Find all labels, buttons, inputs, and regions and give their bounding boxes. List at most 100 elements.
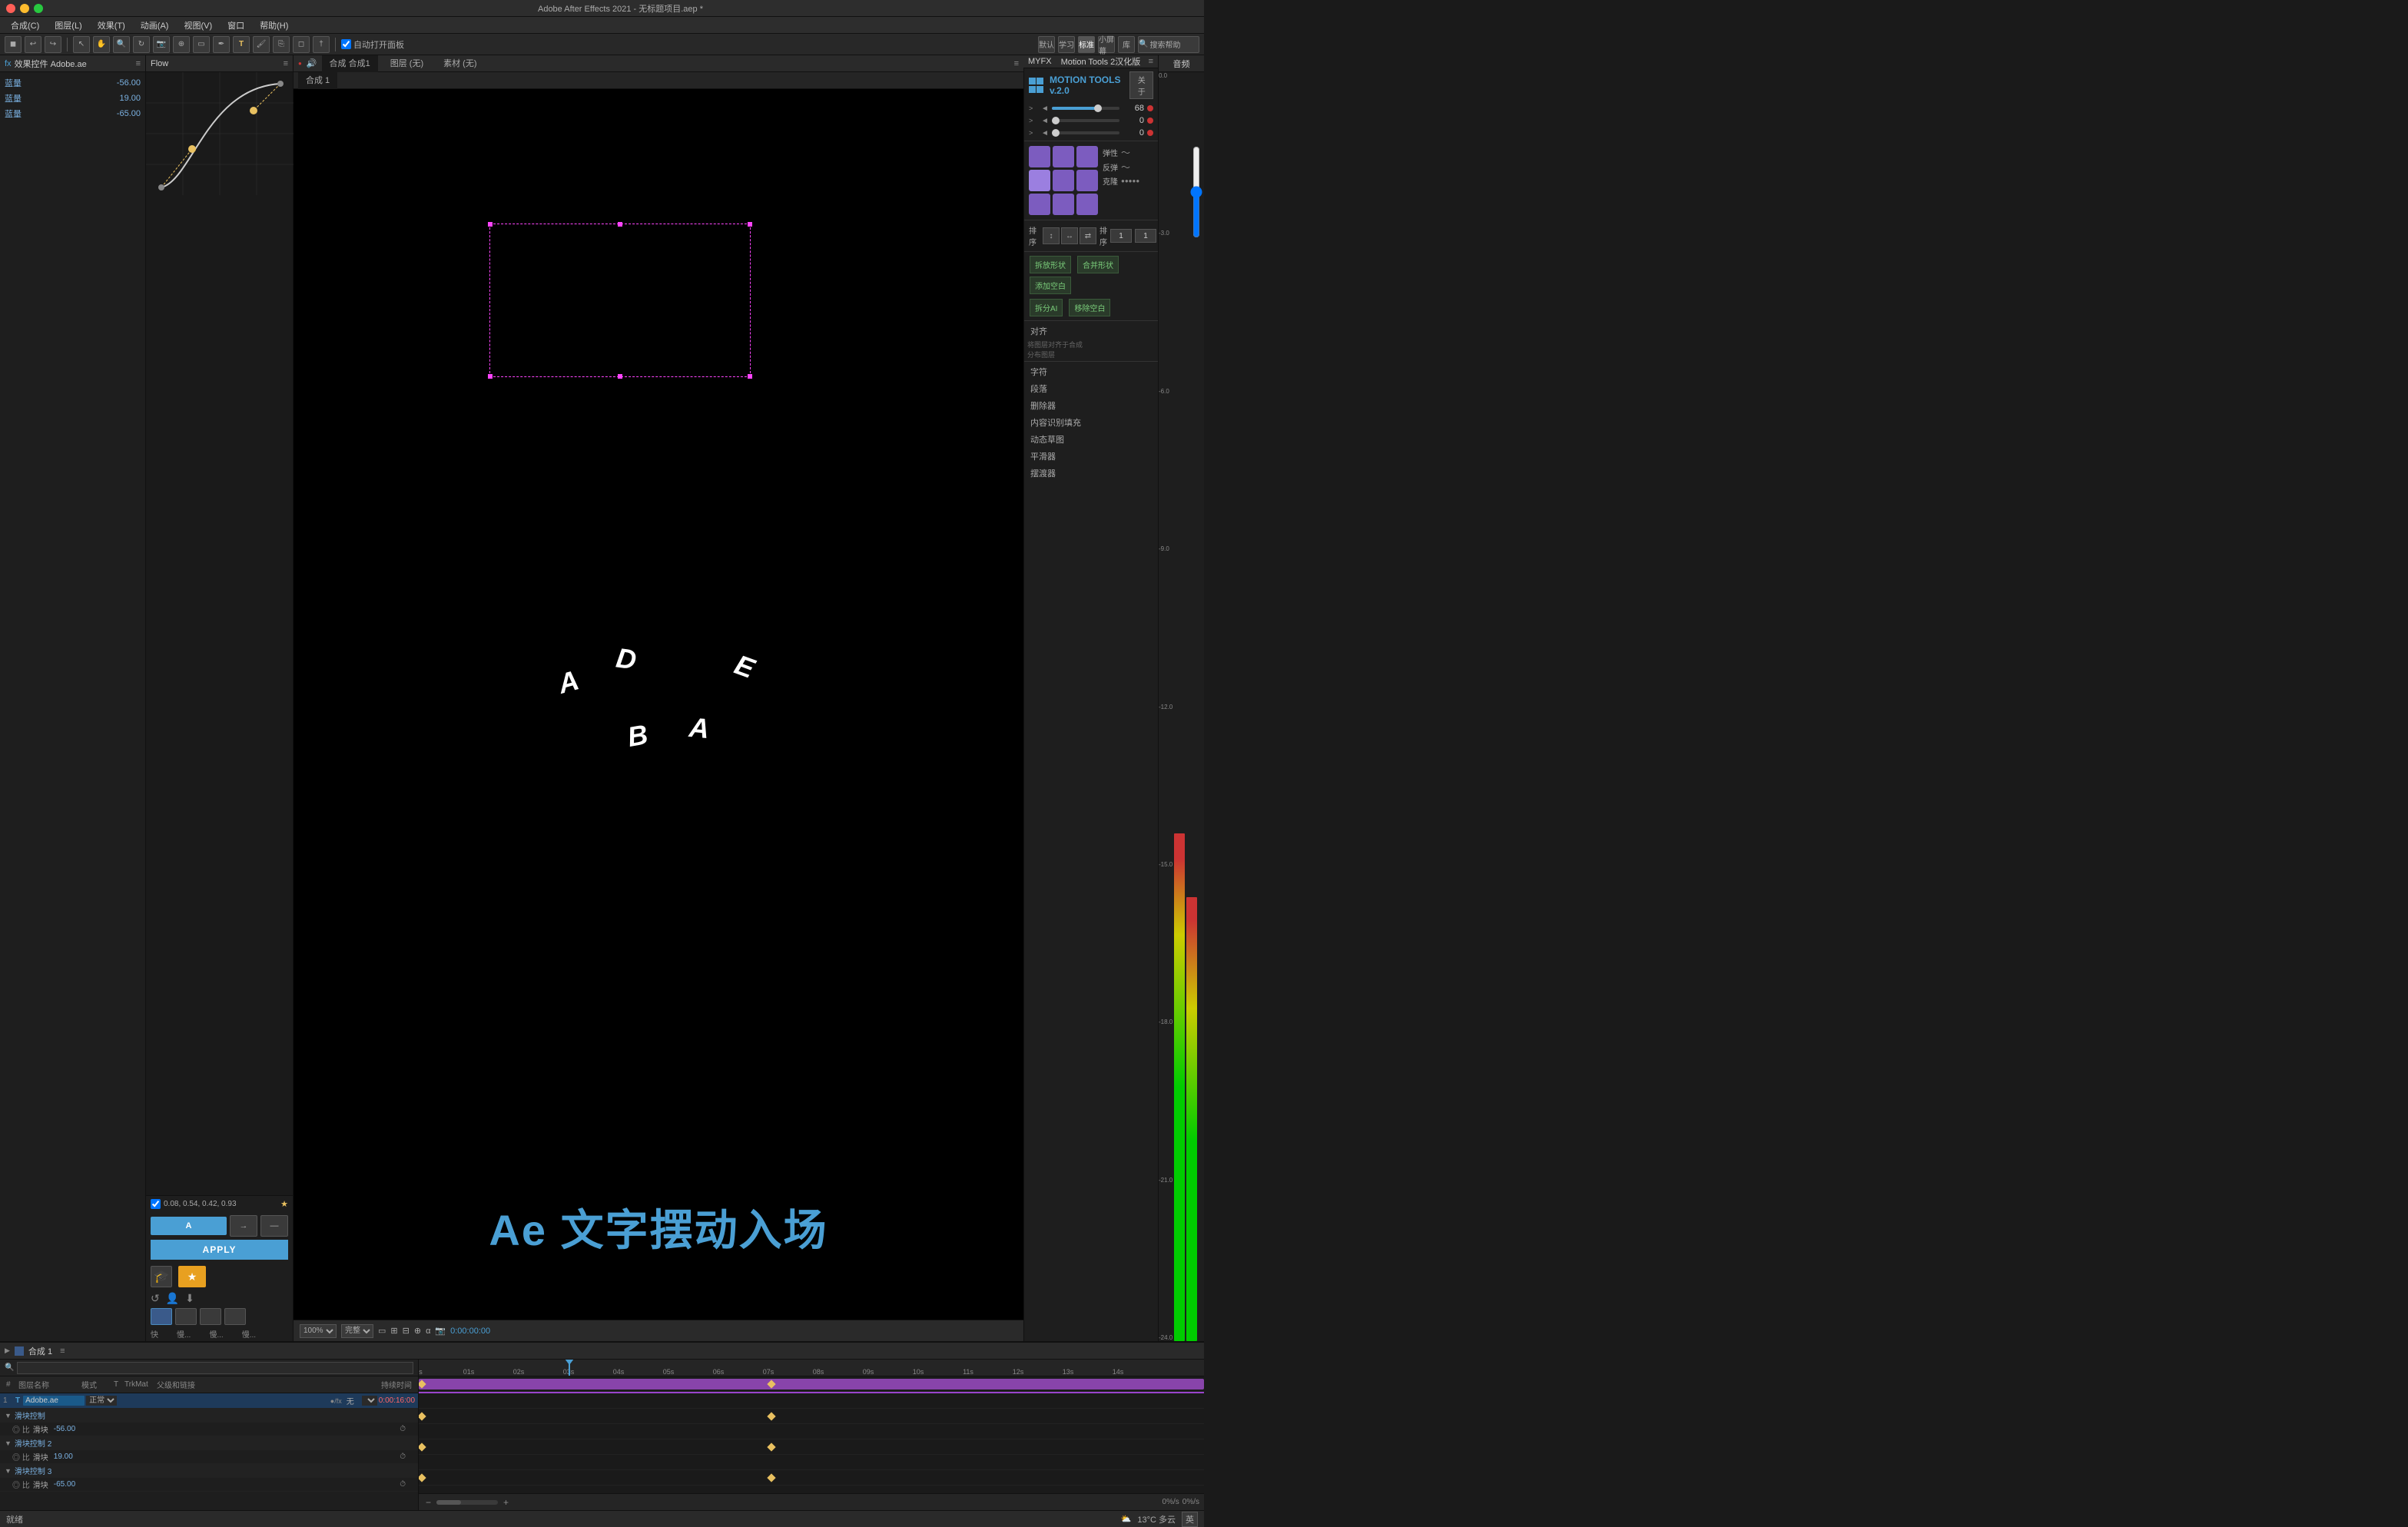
timeline-tracks[interactable]: 0s 01s 02s 03s 04s 05s 06s 07s 08s 09s 1…	[419, 1360, 1204, 1510]
tab-comp1[interactable]: 合成 合成1	[322, 55, 378, 72]
menu-help[interactable]: 帮助(H)	[254, 18, 294, 33]
myfx-menu-icon[interactable]: ≡	[1149, 57, 1153, 66]
tab-material[interactable]: 素材 (无)	[436, 55, 484, 72]
grid-3[interactable]	[1076, 146, 1098, 167]
handle-tr[interactable]	[748, 222, 752, 227]
viewer-menu-icon[interactable]: ≡	[1014, 59, 1019, 68]
refresh-icon[interactable]: ↺	[151, 1292, 160, 1305]
tl-search-input[interactable]	[17, 1362, 413, 1374]
num-input-2[interactable]	[1135, 229, 1156, 243]
kf-sub2-2[interactable]	[767, 1443, 775, 1451]
handle-tl[interactable]	[488, 222, 493, 227]
layer-row-1[interactable]: 1 T Adobe.ae 正常 ●/fx 无	[0, 1393, 418, 1409]
para-item[interactable]: 段落	[1024, 380, 1158, 397]
wiggle-item[interactable]: 摆渡器	[1024, 465, 1158, 482]
flow-preset-2[interactable]: ★	[178, 1266, 206, 1287]
roi-btn[interactable]: ▭	[378, 1326, 386, 1336]
grid-2[interactable]	[1053, 146, 1074, 167]
mask-tool[interactable]: ▭	[193, 36, 210, 53]
slider-x[interactable]	[1052, 107, 1119, 110]
motion-sketch-item[interactable]: 动态草图	[1024, 431, 1158, 448]
select-tool[interactable]: ↖	[73, 36, 90, 53]
slider-y[interactable]	[1052, 119, 1119, 122]
sort-icon-3[interactable]: ⇄	[1080, 227, 1096, 244]
zoom-select[interactable]: 100% 50% 200%	[300, 1324, 337, 1338]
tl-zoom-out[interactable]: −	[423, 1496, 433, 1509]
ai-fill-item[interactable]: 内容识别填充	[1024, 414, 1158, 431]
num-input-1[interactable]	[1110, 229, 1132, 243]
kf-sub3-1[interactable]	[419, 1473, 426, 1482]
sub-tab-comp1[interactable]: 合成 1	[298, 72, 337, 89]
handle-bl[interactable]	[488, 374, 493, 379]
record-dot-x[interactable]	[1147, 105, 1153, 111]
effect-row-2[interactable]: 蓝量 19.00	[0, 91, 145, 106]
record-dot-y[interactable]	[1147, 118, 1153, 124]
slider-control-group[interactable]: ▼ 滑块控制	[0, 1409, 418, 1423]
flow-preset-1[interactable]: 🎓	[151, 1266, 172, 1287]
grid-5[interactable]	[1053, 170, 1074, 191]
brush-tool[interactable]: 🖌	[253, 36, 270, 53]
download-icon[interactable]: ⬇	[185, 1292, 194, 1305]
dur-select[interactable]	[362, 1396, 377, 1406]
auto-open-checkbox-input[interactable]	[341, 39, 351, 49]
apply-btn[interactable]: A	[151, 1217, 227, 1235]
quality-select[interactable]: 完整 一半 1/4	[341, 1324, 373, 1338]
timeline-menu[interactable]: ≡	[60, 1346, 65, 1356]
volume-slider[interactable]	[1190, 146, 1202, 238]
tab-forward[interactable]: →	[230, 1215, 257, 1237]
mt-about-btn[interactable]: 关于	[1129, 71, 1153, 99]
add-blank-btn[interactable]: 添加空白	[1030, 277, 1071, 294]
undo-btn[interactable]: ↩	[25, 36, 41, 53]
timeline-tab[interactable]: 合成 1	[28, 1345, 52, 1357]
kf-sub1-2[interactable]	[767, 1412, 775, 1420]
slider-control-group-3[interactable]: ▼ 滑块控制 3	[0, 1464, 418, 1478]
search-help-btn[interactable]: 🔍 搜索帮助	[1138, 36, 1199, 53]
clone-tool[interactable]: ⎘	[273, 36, 290, 53]
effects-menu-icon[interactable]: ≡	[136, 59, 141, 68]
menu-composition[interactable]: 合成(C)	[5, 18, 45, 33]
menu-window[interactable]: 窗口	[221, 18, 250, 33]
kf-sub2-1[interactable]	[419, 1443, 426, 1451]
grid-4[interactable]	[1029, 170, 1050, 191]
mode-select-1[interactable]: 正常	[86, 1396, 117, 1406]
sub-eye-1[interactable]: ◎ 比	[12, 1423, 30, 1435]
effect-row-1[interactable]: 蓝量 -56.00	[0, 75, 145, 91]
remove-blank-btn[interactable]: 移除空白	[1069, 299, 1110, 316]
sub-row-1[interactable]: ◎ 比 滑块 -56.00 ⏱	[0, 1423, 418, 1436]
grid-6[interactable]	[1076, 170, 1098, 191]
sub-clock-1[interactable]: ⏱	[400, 1425, 406, 1433]
lang-indicator[interactable]: 英	[1182, 1512, 1198, 1527]
record-dot-z[interactable]	[1147, 130, 1153, 136]
grid-btn[interactable]: ⊞	[390, 1326, 397, 1336]
grid-1[interactable]	[1029, 146, 1050, 167]
sub-row-2[interactable]: ◎ 比 滑块 19.00 ⏱	[0, 1450, 418, 1464]
curve-type-4[interactable]	[224, 1308, 246, 1325]
overlay-btn[interactable]: ⊕	[414, 1326, 421, 1336]
guide-btn[interactable]: ⊟	[403, 1326, 410, 1336]
minimize-button[interactable]	[20, 4, 29, 13]
timeline-expand[interactable]: ▶	[5, 1346, 10, 1355]
workspace-small[interactable]: 小屏幕	[1098, 36, 1115, 53]
camera-btn[interactable]: 📷	[435, 1326, 446, 1336]
slider-z[interactable]	[1052, 131, 1119, 134]
merge-shape-btn[interactable]: 合并形状	[1077, 256, 1119, 273]
pen-tool[interactable]: ✒	[213, 36, 230, 53]
workspace-default[interactable]: 默认	[1038, 36, 1055, 53]
apply-button[interactable]: APPLY	[151, 1240, 288, 1260]
sort-icon-1[interactable]: ↕	[1043, 227, 1060, 244]
new-project-btn[interactable]: ◼	[5, 36, 22, 53]
kf-sub3-2[interactable]	[767, 1473, 775, 1482]
playhead[interactable]	[569, 1360, 570, 1376]
split-ai-btn[interactable]: 拆分AI	[1030, 299, 1063, 316]
rotate-tool[interactable]: ↻	[133, 36, 150, 53]
handle-br[interactable]	[748, 374, 752, 379]
kf-sub1-1[interactable]	[419, 1412, 426, 1420]
layer-ctrl-aa[interactable]: ●/fx	[330, 1397, 342, 1405]
curve-type-3[interactable]	[200, 1308, 221, 1325]
sort-icon-2[interactable]: ↔	[1061, 227, 1078, 244]
grid-7[interactable]	[1029, 194, 1050, 215]
eraser-tool[interactable]: ◻	[293, 36, 310, 53]
workspace-standard[interactable]: 标准	[1078, 36, 1095, 53]
align-item[interactable]: 对齐	[1024, 323, 1158, 340]
sub-eye-2[interactable]: ◎ 比	[12, 1451, 30, 1462]
